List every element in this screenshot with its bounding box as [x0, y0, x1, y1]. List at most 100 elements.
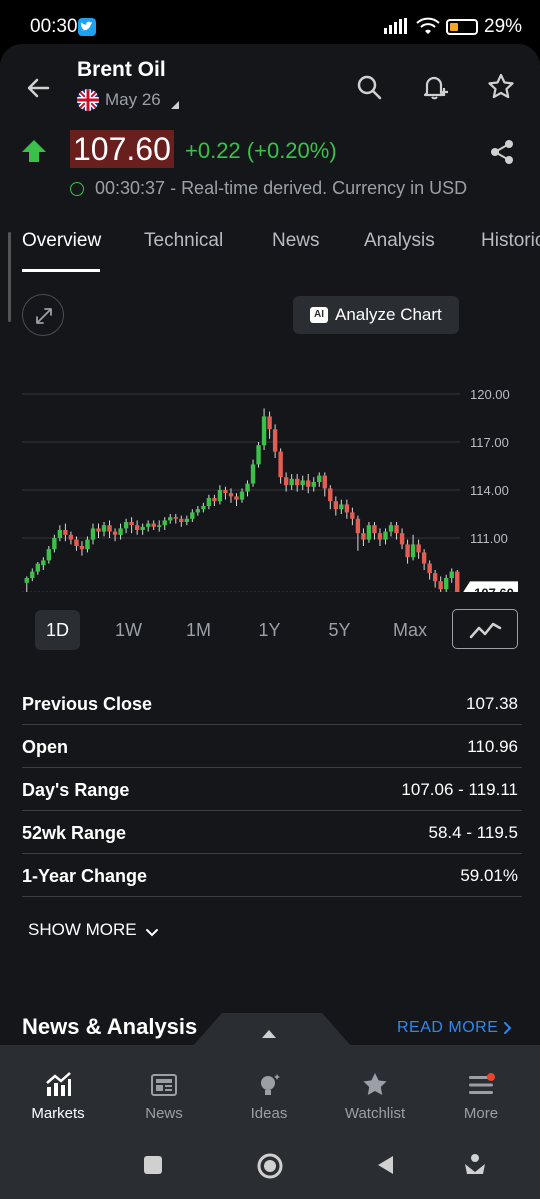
- range-5y[interactable]: 5Y: [317, 610, 362, 650]
- candle-body: [35, 563, 40, 572]
- add-alert-icon[interactable]: [420, 72, 450, 102]
- last-price: 107.60: [70, 130, 174, 168]
- chevron-right-icon[interactable]: [502, 1021, 514, 1035]
- candle-body: [416, 544, 421, 553]
- analyze-chart-label: Analyze Chart: [335, 305, 442, 324]
- back-nav-icon[interactable]: [375, 1154, 397, 1176]
- candle-body: [405, 544, 410, 558]
- chart-type-toggle[interactable]: [452, 609, 518, 649]
- candle-body: [228, 493, 234, 497]
- candle-body: [449, 571, 454, 578]
- candle-body: [394, 525, 399, 534]
- uk-flag-icon: [77, 89, 99, 111]
- candle-body: [157, 525, 162, 527]
- range-1m[interactable]: 1M: [176, 610, 221, 650]
- candle-body: [311, 482, 316, 487]
- home-icon[interactable]: [256, 1152, 284, 1180]
- nav-more[interactable]: More: [431, 1067, 531, 1127]
- nav-label: Ideas: [250, 1105, 288, 1122]
- battery-percent: 29%: [484, 16, 523, 37]
- y-tick-label: 120.00: [470, 387, 510, 402]
- range-1y[interactable]: 1Y: [247, 610, 292, 650]
- tab-news[interactable]: News: [272, 230, 320, 252]
- stat-row: 1-Year Change 59.01%: [22, 854, 522, 897]
- range-1d[interactable]: 1D: [35, 610, 80, 650]
- range-max[interactable]: Max: [386, 610, 434, 650]
- nav-ideas[interactable]: Ideas: [219, 1067, 319, 1127]
- market-date[interactable]: May 26: [105, 90, 161, 110]
- candle-body: [355, 518, 361, 534]
- share-icon[interactable]: [488, 138, 516, 166]
- tab-technical[interactable]: Technical: [144, 230, 223, 252]
- news-section-title: News & Analysis: [22, 1014, 198, 1039]
- y-tick-label: 114.00: [470, 483, 509, 498]
- candle-body: [317, 475, 322, 482]
- search-icon[interactable]: [354, 72, 384, 102]
- candle-body: [372, 525, 377, 534]
- stat-value: 59.01%: [460, 866, 518, 885]
- candle-body: [129, 522, 134, 526]
- candle-body: [366, 525, 372, 540]
- candle-body: [85, 539, 90, 550]
- ai-icon: AI: [310, 307, 328, 323]
- stat-label: Open: [22, 737, 69, 757]
- recent-apps-icon[interactable]: [142, 1154, 164, 1176]
- stat-label: Day's Range: [22, 780, 130, 800]
- key-stats: Previous Close 107.38 Open 110.96 Day's Ra…: [22, 682, 522, 897]
- status-time: 00:30: [30, 16, 78, 37]
- candle-body: [212, 498, 217, 502]
- chevron-down-icon[interactable]: [145, 926, 159, 940]
- chevron-up-icon[interactable]: [262, 1030, 276, 1038]
- read-more-link[interactable]: READ MORE: [397, 1019, 498, 1037]
- candle-body: [145, 523, 151, 527]
- candle-body: [90, 528, 96, 540]
- stat-row: 52wk Range 58.4 - 119.5: [22, 811, 522, 854]
- candle-body: [134, 525, 140, 530]
- candle-body: [388, 525, 394, 532]
- candle-body: [283, 477, 289, 486]
- expand-chart-button[interactable]: [22, 294, 64, 336]
- candle-body: [24, 578, 29, 583]
- candle-body: [455, 571, 460, 592]
- candle-body: [289, 478, 294, 486]
- show-more-button[interactable]: SHOW MORE: [28, 920, 137, 940]
- price-change: +0.22 (+0.20%): [185, 138, 337, 163]
- analyze-chart-button[interactable]: AI Analyze Chart: [293, 296, 459, 334]
- nav-label: Markets: [31, 1105, 85, 1122]
- tab-overview[interactable]: Overview: [22, 230, 101, 252]
- nav-watchlist[interactable]: Watchlist: [325, 1067, 425, 1127]
- candle-body: [140, 526, 145, 530]
- back-arrow-icon[interactable]: [22, 72, 54, 104]
- price-chart[interactable]: 120.00117.00114.00111.0002:3009:0013:151…: [0, 342, 540, 592]
- nav-news[interactable]: News: [114, 1067, 214, 1127]
- wifi-icon: [416, 17, 440, 34]
- candle-body: [328, 488, 333, 502]
- news-icon: [151, 1074, 177, 1096]
- candle-body: [361, 533, 366, 540]
- candle-body: [399, 533, 405, 545]
- stat-row: Open 110.96: [22, 725, 522, 768]
- expand-icon: [36, 308, 52, 324]
- watchlist-star-icon: [363, 1073, 387, 1095]
- nav-markets[interactable]: Markets: [8, 1067, 108, 1127]
- app-screen: Brent Oil May 26 107.60 +0.22 (+0.20%) 0…: [0, 44, 540, 1199]
- tab-analysis[interactable]: Analysis: [364, 230, 435, 252]
- candle-body: [278, 451, 283, 478]
- markets-icon: [46, 1072, 71, 1096]
- tab-historical[interactable]: Historic: [481, 230, 540, 252]
- up-arrow-icon: [22, 140, 46, 162]
- candle-body: [300, 480, 305, 486]
- candle-body: [421, 552, 427, 564]
- more-menu-icon: [469, 1073, 495, 1094]
- candle-body: [322, 475, 327, 489]
- candle-body: [63, 530, 68, 535]
- range-1w[interactable]: 1W: [106, 610, 151, 650]
- date-dropdown-icon[interactable]: [171, 101, 179, 109]
- assistant-icon[interactable]: [462, 1152, 488, 1178]
- candle-body: [184, 518, 190, 522]
- realtime-note: 00:30:37 - Real-time derived. Currency i…: [95, 178, 468, 198]
- candle-body: [239, 491, 245, 500]
- star-watchlist-icon[interactable]: [486, 72, 516, 102]
- status-bar: 00:30 29%: [0, 0, 540, 44]
- candle-body: [444, 578, 449, 590]
